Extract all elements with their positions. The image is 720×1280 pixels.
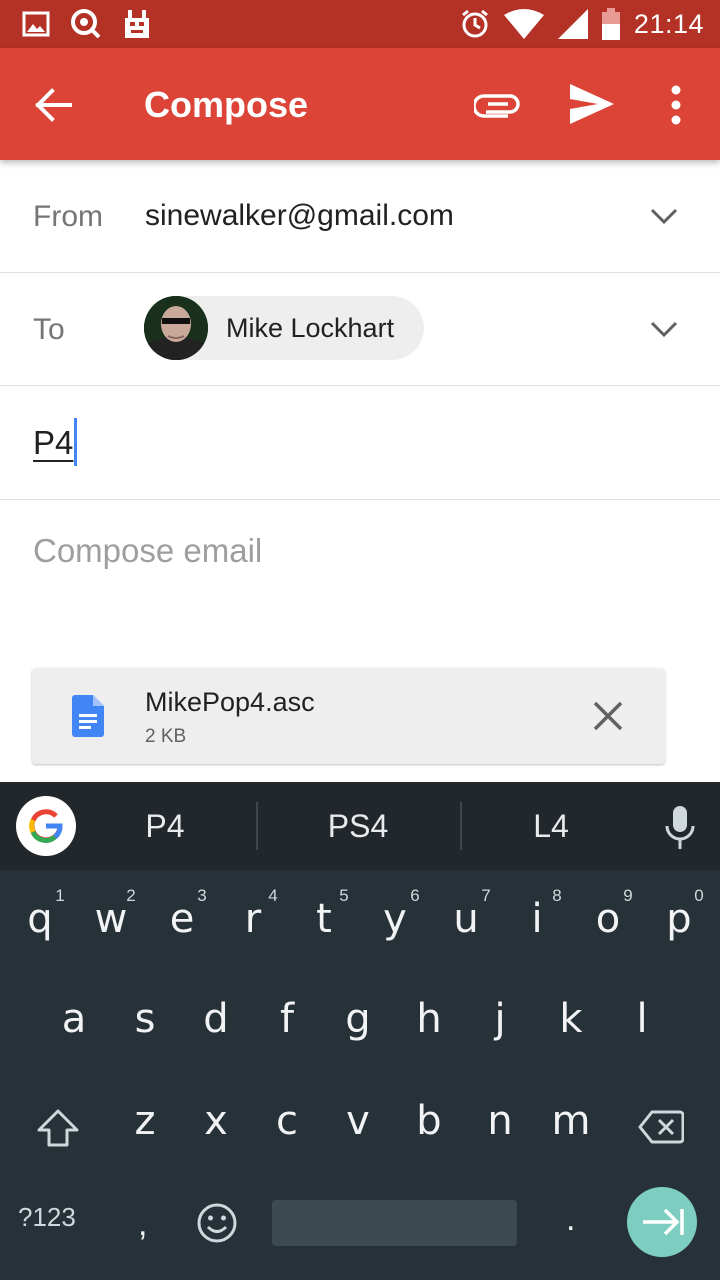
key-hint-1: 1 (55, 886, 65, 905)
send-icon[interactable] (568, 82, 616, 126)
emoji-icon[interactable] (196, 1202, 238, 1244)
battery-icon (601, 8, 620, 40)
suggestion-strip: P4 PS4 L4 (0, 782, 720, 870)
attach-icon[interactable] (474, 88, 520, 120)
key-v[interactable]: v (328, 1098, 388, 1144)
key-l[interactable]: l (612, 996, 672, 1042)
key-hint-8: 8 (552, 886, 562, 905)
space-bar[interactable] (272, 1200, 517, 1246)
key-hint-0: 0 (694, 886, 704, 905)
chevron-down-icon[interactable] (650, 321, 678, 339)
key-g[interactable]: g (328, 996, 388, 1042)
shift-key[interactable] (36, 1108, 80, 1148)
key-m[interactable]: m (541, 1098, 601, 1144)
back-arrow-icon[interactable] (30, 82, 76, 128)
key-hint-7: 7 (481, 886, 491, 905)
compose-body-field[interactable]: Compose email (33, 532, 262, 570)
page-title: Compose (144, 84, 309, 125)
google-search-button[interactable] (16, 796, 76, 856)
key-n[interactable]: n (470, 1098, 530, 1144)
from-row[interactable]: From sinewalker@gmail.com (0, 160, 720, 273)
key-d[interactable]: d (186, 996, 246, 1042)
text-cursor (74, 418, 77, 466)
key-hint-4: 4 (268, 886, 278, 905)
android-debug-icon (125, 10, 149, 38)
close-icon[interactable] (592, 700, 624, 732)
subject-field[interactable]: P4 (33, 424, 73, 462)
attachment-name: MikePop4.asc (145, 687, 315, 717)
to-label: To (33, 313, 65, 346)
more-vert-icon[interactable] (664, 84, 688, 126)
key-b[interactable]: b (399, 1098, 459, 1144)
status-time: 21:14 (633, 8, 704, 39)
key-hint-9: 9 (623, 886, 633, 905)
period-key[interactable]: . (566, 1200, 575, 1239)
recipient-chip[interactable]: Mike Lockhart (144, 296, 424, 360)
attachment-size: 2 KB (145, 726, 187, 747)
attachment-card[interactable]: MikePop4.asc 2 KB (32, 668, 665, 764)
quicksearch-notification-icon (71, 9, 101, 39)
suggestion-3[interactable]: L4 (461, 808, 641, 845)
key-f[interactable]: f (257, 996, 317, 1042)
enter-key[interactable] (627, 1187, 697, 1257)
subject-row[interactable]: P4 (0, 386, 720, 500)
google-icon (29, 809, 63, 843)
recipient-name: Mike Lockhart (226, 313, 395, 343)
key-x[interactable]: x (186, 1098, 246, 1144)
comma-key[interactable]: , (138, 1205, 147, 1244)
alarm-icon (461, 9, 488, 38)
key-j[interactable]: j (470, 996, 530, 1042)
status-bar: 21:14 (0, 0, 720, 48)
symbols-key[interactable]: ?123 (18, 1202, 76, 1233)
status-system-icons: 21:14 (460, 0, 704, 48)
status-notifications (22, 8, 152, 40)
gallery-notification-icon (22, 11, 50, 37)
document-icon (72, 695, 104, 737)
key-c[interactable]: c (257, 1098, 317, 1144)
suggestion-2[interactable]: PS4 (268, 808, 448, 845)
keyboard: P4 PS4 L4 q1w2e3r4t5y6u7i8o9p0 asdfghjkl… (0, 782, 720, 1280)
wifi-icon (503, 9, 544, 39)
next-field-icon (643, 1208, 684, 1236)
suggestion-1[interactable]: P4 (75, 808, 255, 845)
key-a[interactable]: a (44, 996, 104, 1042)
key-k[interactable]: k (541, 996, 601, 1042)
to-row[interactable]: To Mike Lockhart (0, 273, 720, 386)
microphone-icon[interactable] (664, 806, 696, 850)
backspace-key[interactable] (638, 1110, 684, 1144)
key-hint-3: 3 (197, 886, 207, 905)
cell-signal-icon (557, 9, 588, 39)
key-s[interactable]: s (115, 996, 175, 1042)
key-hint-2: 2 (126, 886, 136, 905)
from-label: From (33, 200, 103, 233)
key-hint-5: 5 (339, 886, 349, 905)
suggestion-divider (256, 802, 258, 850)
app-bar: Compose (0, 48, 720, 160)
key-h[interactable]: h (399, 996, 459, 1042)
chevron-down-icon[interactable] (650, 208, 678, 226)
avatar (144, 296, 208, 360)
key-hint-6: 6 (410, 886, 420, 905)
from-account[interactable]: sinewalker@gmail.com (145, 199, 454, 233)
key-z[interactable]: z (115, 1098, 175, 1144)
